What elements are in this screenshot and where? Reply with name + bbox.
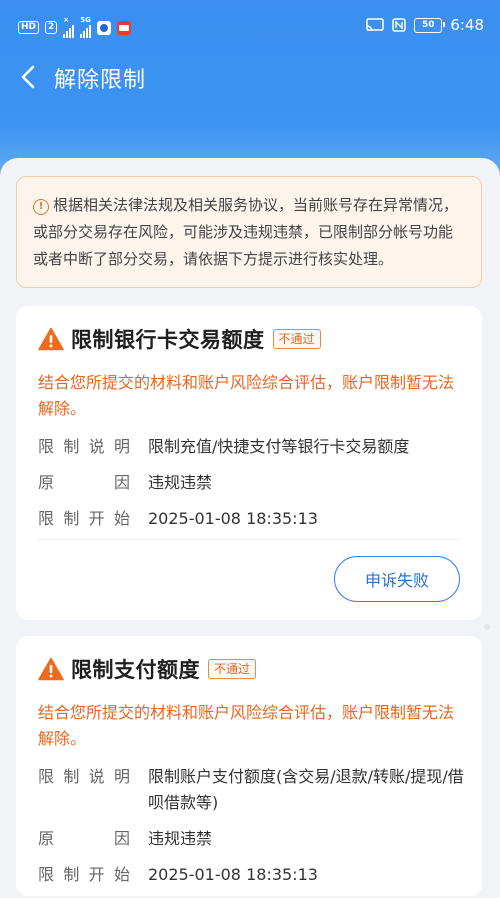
battery-level: 50 bbox=[422, 20, 435, 30]
detail-row-start: 限制开始 2025-01-08 18:35:13 bbox=[38, 506, 468, 532]
detail-value-description: 限制充值/快捷支付等银行卡交易额度 bbox=[148, 437, 410, 456]
back-button[interactable] bbox=[14, 62, 44, 92]
signal-bars-2-icon bbox=[80, 24, 92, 38]
label-char: 制 bbox=[63, 437, 80, 456]
label-char: 限 bbox=[38, 509, 55, 528]
label-char: 始 bbox=[113, 509, 130, 528]
cast-icon bbox=[366, 18, 385, 32]
restriction-details: 限制说明 限制账户支付额度(含交易/退款/转账/提现/借呗借款等) 原因 违规违… bbox=[38, 764, 468, 898]
detail-row-reason: 原因 违规违禁 bbox=[38, 470, 468, 496]
detail-value-description: 限制账户支付额度(含交易/退款/转账/提现/借呗借款等) bbox=[148, 767, 464, 812]
detail-label-description: 限制说明 bbox=[38, 764, 130, 816]
label-char: 因 bbox=[113, 829, 130, 848]
page-title: 解除限制 bbox=[54, 68, 147, 93]
status-badge: 不通过 bbox=[208, 659, 257, 679]
clock: 6:48 bbox=[450, 16, 484, 34]
signal-2-label: 5G bbox=[80, 16, 91, 24]
detail-value-start: 2025-01-08 18:35:13 bbox=[148, 509, 318, 528]
detail-label-description: 限制说明 bbox=[38, 434, 130, 460]
detail-label-start: 限制开始 bbox=[38, 862, 130, 888]
app-notification-icon bbox=[97, 20, 112, 35]
label-char: 原 bbox=[38, 473, 55, 492]
nfc-icon bbox=[392, 18, 407, 32]
label-char: 明 bbox=[113, 437, 130, 456]
restriction-card-payment-limit: 限制支付额度 不通过 结合您所提交的材料和账户风险综合评估，账户限制暂无法解除。… bbox=[16, 636, 482, 896]
battery-icon: 50 bbox=[414, 17, 446, 33]
appeal-status-button[interactable]: 申诉失败 bbox=[334, 556, 460, 602]
card-title: 限制银行卡交易额度 bbox=[71, 328, 265, 352]
label-char: 因 bbox=[113, 473, 130, 492]
assessment-warning: 结合您所提交的材料和账户风险综合评估，账户限制暂无法解除。 bbox=[38, 703, 455, 748]
label-char: 始 bbox=[113, 865, 130, 884]
detail-label-reason: 原因 bbox=[38, 826, 130, 852]
notice-text: 根据相关法律法规及相关服务协议，当前账号存在异常情况，或部分交易存在风险，可能涉… bbox=[33, 196, 459, 268]
hd-badge: HD bbox=[18, 21, 40, 34]
detail-label-reason: 原因 bbox=[38, 470, 130, 496]
signal-2: 5G bbox=[80, 16, 92, 38]
label-char: 明 bbox=[113, 767, 130, 786]
label-char: 说 bbox=[88, 767, 105, 786]
warning-triangle-icon bbox=[38, 327, 64, 351]
signal-1-label: × bbox=[63, 16, 70, 24]
label-char: 原 bbox=[38, 829, 55, 848]
info-circle-icon: ! bbox=[33, 199, 49, 215]
detail-value-start: 2025-01-08 18:35:13 bbox=[148, 865, 318, 884]
signal-bars-1-icon bbox=[63, 24, 75, 38]
card-header: 限制支付额度 不通过 bbox=[38, 654, 257, 684]
assessment-warning: 结合您所提交的材料和账户风险综合评估，账户限制暂无法解除。 bbox=[38, 373, 455, 418]
label-char: 限 bbox=[38, 865, 55, 884]
signal-1: × bbox=[63, 16, 75, 38]
label-char: 制 bbox=[63, 767, 80, 786]
status-bar: HD 2 × 5G 50 6:48 bbox=[0, 0, 500, 54]
scroll-indicator bbox=[484, 624, 490, 630]
label-char: 开 bbox=[88, 509, 105, 528]
restriction-details: 限制说明 限制充值/快捷支付等银行卡交易额度 原因 违规违禁 限制开始 2025… bbox=[38, 434, 468, 542]
back-arrow-icon bbox=[21, 65, 35, 89]
sim-badge: 2 bbox=[45, 21, 58, 34]
status-left: HD 2 × 5G bbox=[18, 16, 132, 38]
label-char: 开 bbox=[88, 865, 105, 884]
label-char: 制 bbox=[63, 865, 80, 884]
label-char: 制 bbox=[63, 509, 80, 528]
label-char: 说 bbox=[88, 437, 105, 456]
detail-row-description: 限制说明 限制账户支付额度(含交易/退款/转账/提现/借呗借款等) bbox=[38, 764, 468, 816]
detail-label-start: 限制开始 bbox=[38, 506, 130, 532]
detail-value-reason: 违规违禁 bbox=[148, 473, 213, 492]
card-title: 限制支付额度 bbox=[71, 658, 200, 682]
risk-notice: ! 根据相关法律法规及相关服务协议，当前账号存在异常情况，或部分交易存在风险，可能… bbox=[16, 176, 482, 288]
nav-bar: 解除限制 bbox=[0, 54, 500, 104]
label-char: 限 bbox=[38, 437, 55, 456]
status-right: 50 6:48 bbox=[366, 16, 484, 34]
detail-row-start: 限制开始 2025-01-08 18:35:13 bbox=[38, 862, 468, 888]
detail-row-reason: 原因 违规违禁 bbox=[38, 826, 468, 852]
restriction-card-bank-limit: 限制银行卡交易额度 不通过 结合您所提交的材料和账户风险综合评估，账户限制暂无法… bbox=[16, 306, 482, 620]
status-badge: 不通过 bbox=[272, 329, 321, 349]
warning-triangle-icon bbox=[38, 657, 64, 681]
detail-row-description: 限制说明 限制充值/快捷支付等银行卡交易额度 bbox=[38, 434, 468, 460]
app-notification-icon-2 bbox=[117, 20, 132, 35]
divider bbox=[38, 539, 460, 540]
label-char: 限 bbox=[38, 767, 55, 786]
detail-value-reason: 违规违禁 bbox=[148, 829, 213, 848]
card-header: 限制银行卡交易额度 不通过 bbox=[38, 324, 321, 354]
